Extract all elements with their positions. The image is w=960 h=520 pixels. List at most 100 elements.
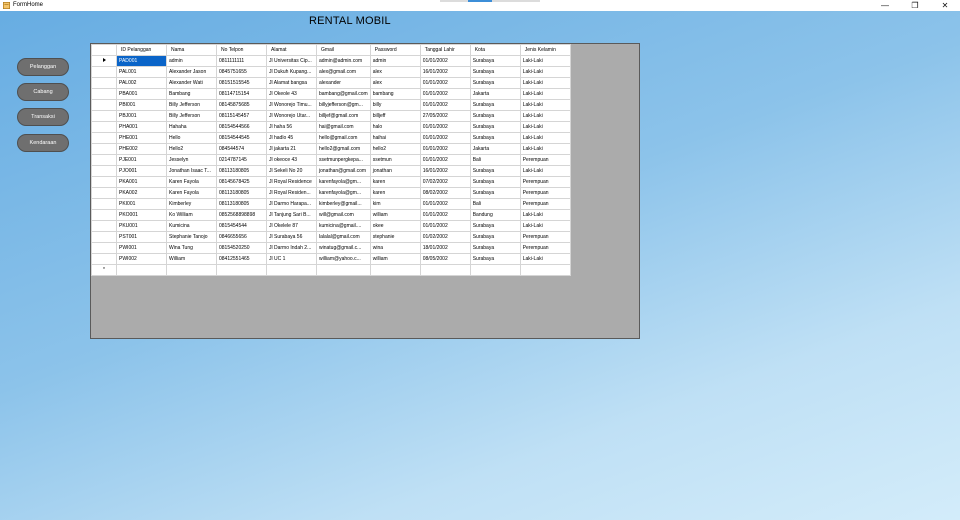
table-cell[interactable] [369,264,421,276]
table-row[interactable]: PKA001 Karen Fayola 08145678425 Jl Royal Re… [91,176,571,188]
table-cell[interactable]: 01/01/2002 [419,88,471,100]
table-cell[interactable]: 084544574 [216,143,267,155]
table-cell[interactable]: alex [369,77,421,89]
table-cell[interactable]: Surabaya [469,253,521,265]
table-row[interactable]: PHA001 Hahaha 08154544566 Jl haha 56 hai@gma… [91,121,571,133]
table-cell[interactable]: alexander [316,77,371,89]
table-cell[interactable]: 08154544545 [216,132,267,144]
table-cell[interactable]: Laki-Laki [519,55,571,67]
table-cell[interactable]: 08115145457 [216,110,267,122]
table-cell[interactable]: Jl Darmo Indah 2... [266,242,317,254]
table-cell[interactable]: Jl Okelele 87 [266,220,317,232]
table-cell[interactable]: winatug@gmail.c... [316,242,371,254]
table-cell[interactable]: Hahaha [166,121,217,133]
table-cell[interactable]: Bali [469,154,521,166]
column-header[interactable]: Password [369,44,421,56]
table-cell[interactable]: Jl Alamat bangsa [266,77,317,89]
table-cell[interactable]: PHE002 [116,143,167,155]
table-cell[interactable]: 08145678425 [216,176,267,188]
table-cell[interactable]: Surabaya [469,187,521,199]
table-cell[interactable]: alex [369,66,421,78]
table-cell[interactable]: Alexander Wati [166,77,217,89]
row-header[interactable] [91,143,117,155]
table-cell[interactable]: Surabaya [469,66,521,78]
table-cell[interactable]: kumicina@gmail.... [316,220,371,232]
table-cell[interactable]: PHE001 [116,132,167,144]
table-cell[interactable]: PWI001 [116,242,167,254]
new-row[interactable]: * [91,264,571,276]
row-header[interactable] [91,176,117,188]
table-cell[interactable]: Surabaya [469,132,521,144]
table-row[interactable]: PHE002 Hello2 084544574 Jl jakarta 21 hello2… [91,143,571,155]
table-cell[interactable]: 01/01/2002 [419,143,471,155]
table-cell[interactable]: Laki-Laki [519,88,571,100]
table-cell[interactable]: Bambang [166,88,217,100]
table-cell[interactable]: Laki-Laki [519,165,571,177]
table-cell[interactable]: 0214787145 [216,154,267,166]
column-header[interactable]: Gmail [316,44,371,56]
table-cell[interactable]: Laki-Laki [519,209,571,221]
table-cell[interactable]: Jl Royal Residen... [266,187,317,199]
table-cell[interactable]: okee [369,220,421,232]
table-row[interactable]: PST001 Stephanie Tanojo 0846655656 Jl Surab… [91,231,571,243]
table-cell[interactable]: jonathan [369,165,421,177]
table-cell[interactable]: PBA001 [116,88,167,100]
table-row[interactable]: PKU001 Kumicina 0815454544 Jl Okelele 87 kum… [91,220,571,232]
table-cell[interactable]: PAL001 [116,66,167,78]
table-cell[interactable]: Ko William [166,209,217,221]
row-header-corner[interactable] [91,44,117,56]
table-cell[interactable] [419,264,471,276]
table-cell[interactable]: Jl Royal Residence [266,176,317,188]
table-cell[interactable]: admin [369,55,421,67]
table-cell[interactable]: karenfayola@gm... [316,187,371,199]
table-cell[interactable]: Laki-Laki [519,253,571,265]
minimize-button[interactable]: — [870,0,900,11]
table-row[interactable]: PKI001 Kimberley 08113180805 Jl Darmo Harap… [91,198,571,210]
column-header[interactable]: Nama [166,44,217,56]
table-row[interactable]: PHE001 Hello 08154544545 Jl hadlo 45 hello@g… [91,132,571,144]
column-header[interactable]: No Telpon [216,44,267,56]
table-cell[interactable]: 27/05/2002 [419,110,471,122]
table-cell[interactable]: Surabaya [469,121,521,133]
table-cell[interactable] [266,264,317,276]
row-header[interactable] [91,55,117,67]
table-cell[interactable]: Jonathan Isaac T... [166,165,217,177]
table-cell[interactable]: Hello2 [166,143,217,155]
table-row[interactable]: PBA001 Bambang 08114715154 Jl Okeole 43 bamb… [91,88,571,100]
table-cell[interactable]: PAD001 [116,55,167,67]
table-cell[interactable]: billyjefferson@gm... [316,99,371,111]
row-header[interactable] [91,253,117,265]
table-cell[interactable]: Jl okeoce 43 [266,154,317,166]
table-cell[interactable]: william [369,209,421,221]
new-row-marker[interactable]: * [91,264,117,276]
table-cell[interactable]: hello@gmail.com [316,132,371,144]
column-header[interactable]: ID Pelanggan [116,44,167,56]
table-cell[interactable]: 01/01/2002 [419,154,471,166]
table-cell[interactable]: 0811111111 [216,55,267,67]
table-cell[interactable]: 01/01/2002 [419,220,471,232]
table-cell[interactable]: hello2@gmail.com [316,143,371,155]
table-cell[interactable] [216,264,267,276]
row-header[interactable] [91,66,117,78]
table-cell[interactable]: 08113180805 [216,165,267,177]
table-cell[interactable]: karen [369,187,421,199]
table-cell[interactable]: Surabaya [469,110,521,122]
table-cell[interactable]: Laki-Laki [519,66,571,78]
table-cell[interactable] [519,264,571,276]
table-cell[interactable]: billjeff [369,110,421,122]
table-cell[interactable]: 01/01/2002 [419,77,471,89]
table-cell[interactable]: 18/01/2002 [419,242,471,254]
table-cell[interactable]: Surabaya [469,55,521,67]
table-cell[interactable]: 08154520250 [216,242,267,254]
table-cell[interactable]: 0845751655 [216,66,267,78]
table-cell[interactable] [166,264,217,276]
table-cell[interactable]: Jakarta [469,88,521,100]
table-row[interactable]: PWI001 Wina Tung 08154520250 Jl Darmo Indah… [91,242,571,254]
customer-data-grid[interactable]: ID Pelanggan Nama No Telpon Alamat Gmail Pass… [90,43,640,339]
table-cell[interactable]: 01/02/2002 [419,231,471,243]
table-cell[interactable]: will@gmail.com [316,209,371,221]
table-cell[interactable]: 01/01/2002 [419,121,471,133]
table-cell[interactable]: Alexander Jason [166,66,217,78]
table-cell[interactable]: PST001 [116,231,167,243]
table-cell[interactable]: Jl Sekeli No 20 [266,165,317,177]
